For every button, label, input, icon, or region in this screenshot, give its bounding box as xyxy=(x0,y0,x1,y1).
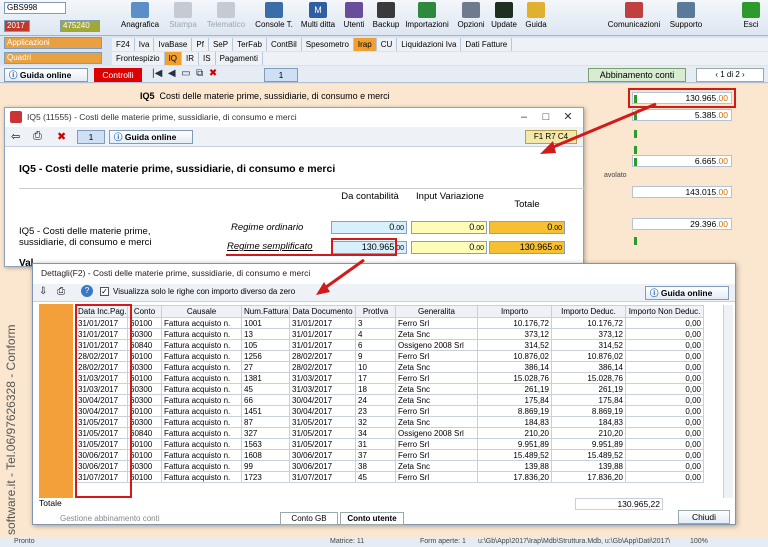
status-matrice: Matrice: 11 xyxy=(330,538,365,545)
status-zoom: 100% xyxy=(690,538,708,545)
arrow-1-line xyxy=(545,102,657,152)
status-form-aperte: Form aperte: 1 xyxy=(420,538,466,545)
status-left: Pronto xyxy=(14,538,35,545)
arrow-1-head xyxy=(540,141,556,154)
arrow-2-line xyxy=(321,258,365,292)
status-path: u:\Gb\App\2017\Irap\Mdb\Struttura.Mdb, u… xyxy=(478,538,671,545)
red-arrows xyxy=(316,102,657,295)
status-bar: Pronto Matrice: 11 Form aperte: 1 u:\Gb\… xyxy=(0,537,768,547)
